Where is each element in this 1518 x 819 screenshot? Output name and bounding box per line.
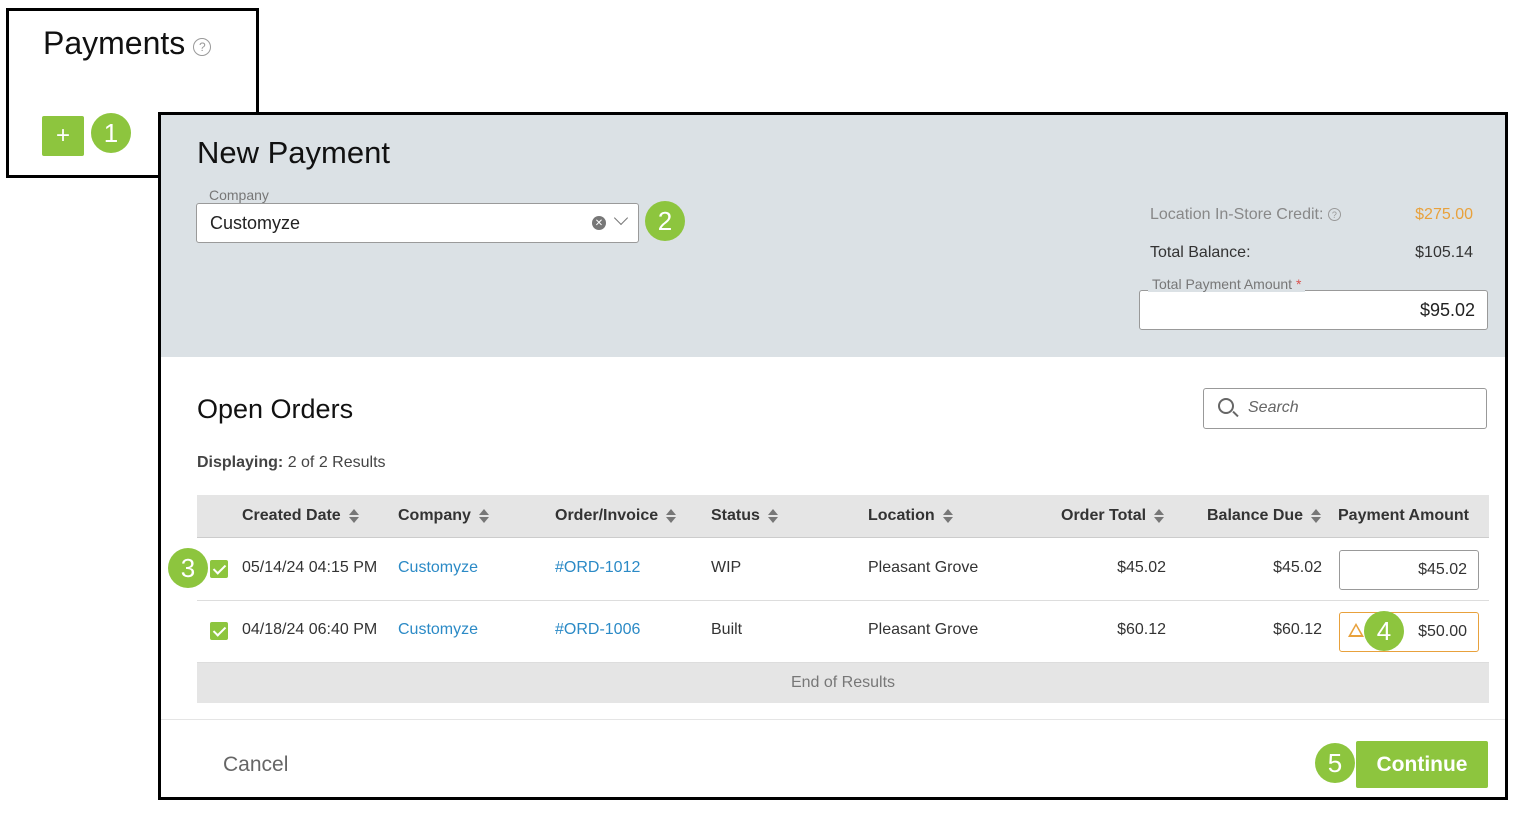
col-order-total-label: Order Total xyxy=(1061,507,1147,524)
row-location: Pleasant Grove xyxy=(868,559,979,576)
cancel-button[interactable]: Cancel xyxy=(223,753,288,777)
row-order-total: $45.02 xyxy=(1117,559,1166,576)
end-of-results: End of Results xyxy=(197,663,1489,703)
sort-icon[interactable] xyxy=(942,509,953,523)
step-marker-4: 4 xyxy=(1364,611,1404,651)
displaying-value: 2 of 2 Results xyxy=(287,454,386,471)
credit-help-icon[interactable]: ? xyxy=(1327,208,1341,222)
page-title: Payments ? xyxy=(43,25,212,62)
balance-label: Total Balance: xyxy=(1150,244,1251,261)
sort-icon[interactable] xyxy=(767,509,778,523)
step-marker-1: 1 xyxy=(91,113,131,153)
balance-value: $105.14 xyxy=(1415,244,1473,261)
sort-icon[interactable] xyxy=(478,509,489,523)
row-order-link[interactable]: #ORD-1006 xyxy=(555,621,640,639)
row-created-date: 05/14/24 04:15 PM xyxy=(242,559,378,576)
col-company[interactable]: Company xyxy=(398,507,489,525)
sort-icon[interactable] xyxy=(1154,509,1165,523)
chevron-down-icon[interactable] xyxy=(613,210,629,226)
row-checkbox[interactable] xyxy=(210,622,228,640)
row-balance-due: $45.02 xyxy=(1273,559,1322,576)
credit-value: $275.00 xyxy=(1415,206,1473,223)
col-payment-amount: Payment Amount xyxy=(1338,507,1469,525)
col-location[interactable]: Location xyxy=(868,507,953,525)
search-icon xyxy=(1218,398,1234,414)
sort-icon[interactable] xyxy=(348,509,359,523)
required-mark: * xyxy=(1295,276,1302,292)
col-order-invoice[interactable]: Order/Invoice xyxy=(555,507,677,525)
row-payment-value: $50.00 xyxy=(1418,623,1467,640)
col-created-date[interactable]: Created Date xyxy=(242,507,359,525)
modal-title: New Payment xyxy=(197,135,390,170)
modal-footer: Cancel Continue xyxy=(161,719,1505,797)
new-payment-modal: New Payment Customyze ✕ Company Location… xyxy=(158,112,1508,800)
table-header: Created Date Company Order/Invoice Statu… xyxy=(197,495,1489,538)
sort-icon[interactable] xyxy=(666,509,677,523)
credit-label-text: Location In-Store Credit: xyxy=(1150,206,1324,223)
row-payment-input[interactable]: $45.02 xyxy=(1339,550,1479,590)
displaying-label: Displaying: xyxy=(197,454,284,471)
help-icon[interactable]: ? xyxy=(193,37,212,56)
col-location-label: Location xyxy=(868,507,935,524)
step-marker-3: 3 xyxy=(168,548,208,588)
step-marker-5: 5 xyxy=(1315,743,1355,783)
row-status: Built xyxy=(711,621,743,638)
clear-icon[interactable]: ✕ xyxy=(592,216,606,230)
step-marker-2: 2 xyxy=(645,201,685,241)
row-company-link[interactable]: Customyze xyxy=(398,621,478,639)
company-label: Company xyxy=(205,187,273,203)
col-status-label: Status xyxy=(711,507,760,524)
col-company-label: Company xyxy=(398,507,471,524)
row-order-total: $60.12 xyxy=(1117,621,1166,638)
total-payment-label-text: Total Payment Amount xyxy=(1152,276,1293,292)
row-created-date: 04/18/24 06:40 PM xyxy=(242,621,378,638)
open-orders-title: Open Orders xyxy=(197,394,354,424)
row-payment-input[interactable]: $50.00 xyxy=(1339,612,1479,652)
col-status[interactable]: Status xyxy=(711,507,778,525)
search-placeholder: Search xyxy=(1248,399,1299,416)
row-location: Pleasant Grove xyxy=(868,621,979,638)
total-payment-input[interactable]: $95.02 xyxy=(1139,290,1488,330)
continue-button[interactable]: Continue xyxy=(1356,741,1488,788)
row-company-link[interactable]: Customyze xyxy=(398,559,478,577)
page-title-text: Payments xyxy=(43,25,186,61)
col-order-total[interactable]: Order Total xyxy=(1061,507,1165,525)
row-balance-due: $60.12 xyxy=(1273,621,1322,638)
warning-icon xyxy=(1348,623,1364,637)
displaying-count: Displaying: 2 of 2 Results xyxy=(197,454,386,472)
col-payment-amount-label: Payment Amount xyxy=(1338,507,1469,524)
row-checkbox[interactable] xyxy=(210,560,228,578)
col-balance-due-label: Balance Due xyxy=(1207,507,1304,524)
col-created-date-label: Created Date xyxy=(242,507,341,524)
row-order-link[interactable]: #ORD-1012 xyxy=(555,559,640,577)
modal-header: New Payment Customyze ✕ Company Location… xyxy=(161,115,1505,357)
company-select[interactable]: Customyze ✕ xyxy=(196,203,639,243)
row-status: WIP xyxy=(711,559,742,576)
company-select-value: Customyze xyxy=(210,213,301,233)
col-balance-due[interactable]: Balance Due xyxy=(1207,507,1322,525)
add-payment-button[interactable]: + xyxy=(42,116,84,156)
total-payment-label: Total Payment Amount * xyxy=(1148,276,1306,292)
col-order-invoice-label: Order/Invoice xyxy=(555,507,659,524)
table-row: 04/18/24 06:40 PM Customyze #ORD-1006 Bu… xyxy=(197,601,1489,663)
table-row: 05/14/24 04:15 PM Customyze #ORD-1012 WI… xyxy=(197,539,1489,601)
search-input[interactable]: Search xyxy=(1203,388,1487,429)
sort-icon[interactable] xyxy=(1311,509,1322,523)
credit-label: Location In-Store Credit: ? xyxy=(1150,206,1341,224)
